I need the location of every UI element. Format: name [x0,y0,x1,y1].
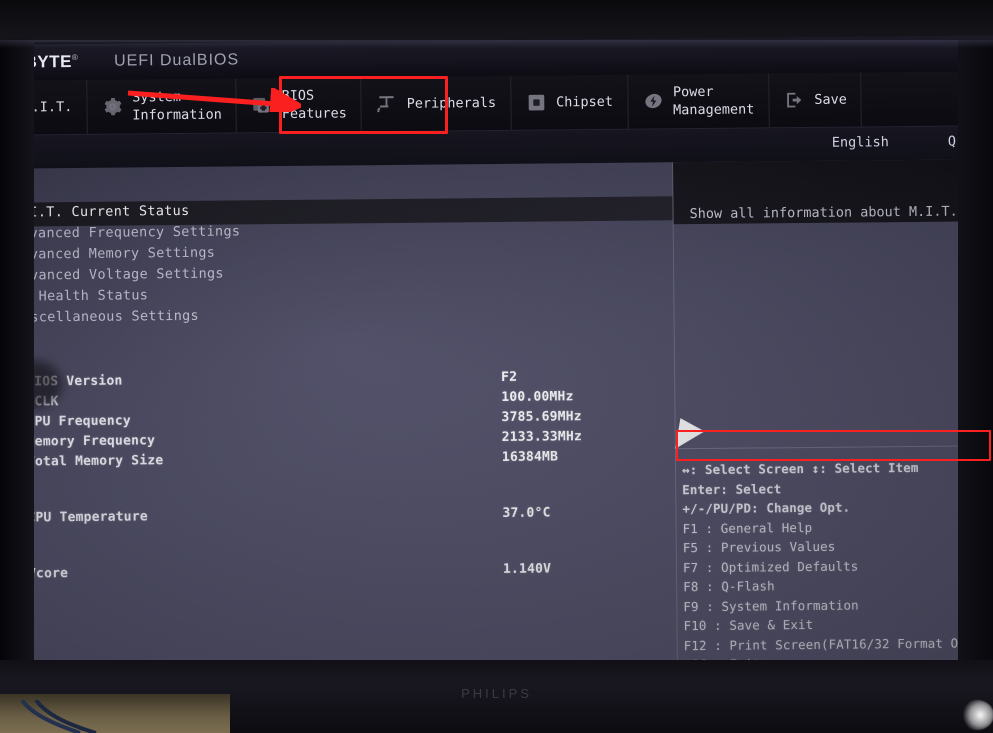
info-label-cpu-temperature: CPU Temperature [27,509,148,526]
info-label-memory-frequency: Memory Frequency [26,433,156,450]
info-value-bios-version: F2 [501,369,518,385]
nav-tab-chipset[interactable]: Chipset [510,74,629,130]
help-pane: Show all information about M.I.T. s ↔: S… [673,159,993,686]
menu-item-advanced-voltage-settings-label: Advanced Voltage Settings [13,265,224,284]
info-value-total-memory-size: 16384MB [501,449,559,465]
nav-tab-power-management-label-2: Management [673,100,755,118]
nav-tab-save-and-exit[interactable]: Save [769,72,863,128]
gear-icon [101,96,123,118]
bios-screen: GIGABYTE® UEFI DualBIOS M.I.T. System In… [0,35,993,693]
setup-body: ▶ M.I.T. Current Status ▶ Advanced Frequ… [0,159,993,693]
annotation-box-select-screen [676,430,991,461]
info-label-cpu-frequency: CPU Frequency [26,413,131,430]
nav-tab-power-management[interactable]: Power Management [627,73,770,129]
monitor-bezel-right [958,40,993,680]
annotation-box-bios-features [279,76,448,134]
chipset-icon [525,91,547,113]
monitor-cable [20,700,97,733]
monitor-bezel-left [0,39,34,680]
info-value-vcore: 1.140V [502,561,552,577]
menu-item-advanced-memory-settings-label: Advanced Memory Settings [12,244,216,263]
annotation-arrow-to-bios-features [127,88,301,112]
info-label-total-memory-size: Total Memory Size [26,453,164,470]
monitor-brand-label: PHILIPS [461,686,532,701]
nav-tab-save-and-exit-label: Save [814,91,847,108]
help-description-text: Show all information about M.I.T. s [689,203,975,223]
menu-item-mit-current-status-label: M.I.T. Current Status [12,202,190,221]
trademark-mark: ® [71,53,79,63]
lens-glare [960,700,993,730]
info-value-cpu-frequency: 3785.69MHz [501,409,582,425]
power-bolt-icon [642,90,664,112]
info-value-bclk: 100.00MHz [501,389,574,405]
key-legend-list: ↔: Select Screen ↕: Select Item Enter: S… [682,459,993,677]
info-value-cpu-temperature: 37.0°C [502,505,551,521]
exit-door-icon [783,89,805,111]
mit-current-status-table: BIOS Version F2 BCLK 100.00MHz CPU Frequ… [0,368,676,587]
menu-pane: ▶ M.I.T. Current Status ▶ Advanced Frequ… [0,162,677,693]
info-value-memory-frequency: 2133.33MHz [501,429,583,445]
mit-menu-list[interactable]: ▶ M.I.T. Current Status ▶ Advanced Frequ… [0,195,674,328]
nav-tab-chipset-label: Chipset [556,93,614,110]
nav-tab-power-management-label-1: Power [672,83,714,100]
language-selector[interactable]: English [832,134,889,151]
monitor-photo: GIGABYTE® UEFI DualBIOS M.I.T. System In… [0,0,993,733]
product-title: UEFI DualBIOS [113,51,240,70]
menu-item-advanced-frequency-settings-label: Advanced Frequency Settings [12,222,241,242]
menu-item-miscellaneous-settings-label: Miscellaneous Settings [13,307,200,326]
screen-top-glow [0,40,993,48]
